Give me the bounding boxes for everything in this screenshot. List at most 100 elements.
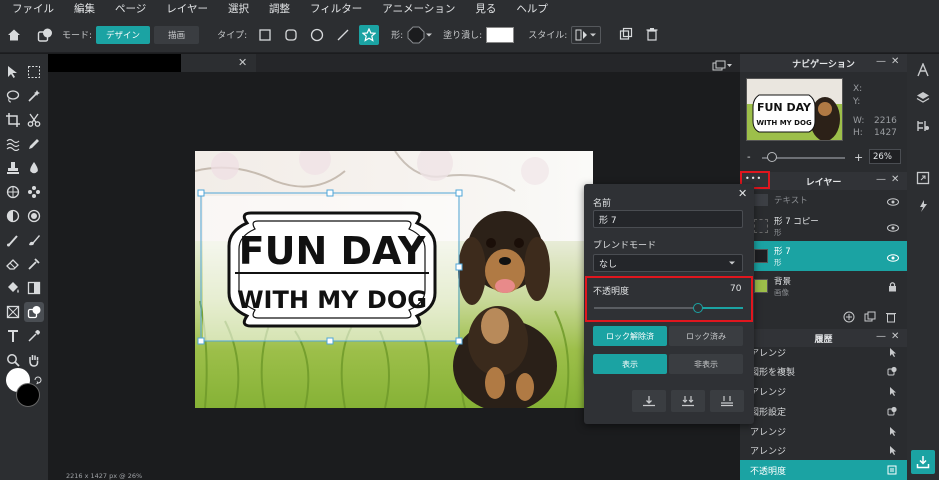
- zoom-slider-handle[interactable]: [767, 152, 777, 162]
- arrange-windows-icon[interactable]: [712, 57, 732, 76]
- close-navigation-icon[interactable]: ✕: [891, 56, 899, 67]
- blend-mode-select[interactable]: なし: [593, 254, 743, 272]
- move-tool-icon[interactable]: [3, 62, 23, 82]
- rounded-rect-shape-button[interactable]: [281, 25, 301, 45]
- eye-icon[interactable]: [887, 217, 899, 236]
- lock-button[interactable]: ロック済み: [669, 326, 743, 346]
- color-replace-icon[interactable]: [24, 206, 44, 226]
- zoom-tool-icon[interactable]: [3, 350, 23, 370]
- stamp-tool-icon[interactable]: [3, 158, 23, 178]
- history-item-current[interactable]: 不透明度: [740, 460, 907, 480]
- duplicate-layer-icon[interactable]: [864, 308, 876, 327]
- eraser-tool-icon[interactable]: [3, 254, 23, 274]
- new-layer-icon[interactable]: [843, 308, 855, 327]
- minimize-history-icon[interactable]: —: [876, 331, 886, 342]
- eye-icon[interactable]: [887, 247, 899, 266]
- home-icon[interactable]: [6, 27, 22, 43]
- menu-help[interactable]: ヘルプ: [504, 1, 556, 16]
- fill-color-swatch[interactable]: [486, 26, 515, 43]
- download-button[interactable]: [911, 450, 935, 474]
- background-color-swatch[interactable]: [16, 383, 40, 407]
- merge-down-button[interactable]: [710, 390, 744, 412]
- style-dropdown[interactable]: [571, 25, 602, 44]
- blur-tool-icon[interactable]: [24, 158, 44, 178]
- canvas-image[interactable]: FUN DAY WITH MY DOG: [195, 151, 593, 408]
- history-item-label: アレンジ: [750, 348, 787, 359]
- pencil-tool-icon[interactable]: [24, 134, 44, 154]
- swap-colors-icon[interactable]: [33, 370, 43, 385]
- close-properties-icon[interactable]: ✕: [738, 187, 747, 200]
- history-item[interactable]: アレンジ: [740, 421, 907, 441]
- menu-filter[interactable]: フィルター: [298, 1, 370, 16]
- heal-tool-icon[interactable]: [24, 254, 44, 274]
- hand-tool-icon[interactable]: [24, 350, 44, 370]
- layer-name-input[interactable]: 形 7: [593, 210, 743, 228]
- menu-edit[interactable]: 編集: [62, 1, 103, 16]
- crop-tool-icon[interactable]: [3, 110, 23, 130]
- layer-row-background[interactable]: 背景 画像: [740, 271, 907, 301]
- zoom-in-icon[interactable]: +: [854, 151, 863, 164]
- distribute-button[interactable]: [671, 390, 705, 412]
- layer-row-shape7-selected[interactable]: 形 7 形: [740, 241, 907, 271]
- mode-design-button[interactable]: デザイン: [96, 25, 151, 44]
- cut-tool-icon[interactable]: [24, 110, 44, 130]
- unlock-button[interactable]: ロック解除済: [593, 326, 667, 346]
- magic-icon[interactable]: [916, 198, 930, 217]
- paint-tool-icon[interactable]: [24, 230, 44, 250]
- sponge-tool-icon[interactable]: [3, 182, 23, 202]
- navigation-thumbnail[interactable]: FUN DAY WITH MY DOG: [746, 78, 843, 141]
- gradient-tool-icon[interactable]: [24, 278, 44, 298]
- line-shape-button[interactable]: [333, 25, 353, 45]
- align-bottom-button[interactable]: [632, 390, 666, 412]
- history-item[interactable]: 図形設定: [740, 401, 907, 421]
- minimize-navigation-icon[interactable]: —: [876, 56, 886, 67]
- history-item[interactable]: アレンジ: [740, 348, 907, 362]
- magic-wand-icon[interactable]: [24, 86, 44, 106]
- history-item[interactable]: 図形を複製: [740, 361, 907, 381]
- delete-layer-icon[interactable]: [885, 308, 897, 327]
- menu-select[interactable]: 選択: [216, 1, 257, 16]
- dodge-tool-icon[interactable]: [3, 206, 23, 226]
- menu-adjust[interactable]: 調整: [257, 1, 298, 16]
- fill-tool-icon[interactable]: [3, 278, 23, 298]
- zoom-input[interactable]: 26%: [869, 149, 901, 164]
- close-layers-icon[interactable]: ✕: [891, 174, 899, 185]
- minimize-layers-icon[interactable]: —: [876, 174, 886, 185]
- trash-icon[interactable]: [645, 27, 661, 43]
- mode-draw-button[interactable]: 描画: [154, 25, 200, 44]
- custom-shape-button[interactable]: [359, 24, 380, 45]
- layer-row-shape7-copy[interactable]: 形 7 コピー 形: [740, 211, 907, 241]
- lock-icon[interactable]: [888, 277, 897, 296]
- close-history-icon[interactable]: ✕: [891, 331, 899, 342]
- menu-file[interactable]: ファイル: [0, 1, 62, 16]
- duplicate-icon[interactable]: [619, 27, 635, 43]
- hide-button[interactable]: 非表示: [669, 354, 743, 374]
- history-item[interactable]: アレンジ: [740, 440, 907, 460]
- lasso-tool-icon[interactable]: [3, 86, 23, 106]
- marquee-tool-icon[interactable]: [24, 62, 44, 82]
- rectangle-shape-button[interactable]: [255, 25, 275, 45]
- shape-picker[interactable]: [407, 26, 433, 44]
- brush-tool-icon[interactable]: [3, 230, 23, 250]
- menu-animation[interactable]: アニメーション: [370, 1, 463, 16]
- shape-tool-active-icon[interactable]: [24, 302, 44, 322]
- liquify-tool-icon[interactable]: [3, 134, 23, 154]
- menu-view[interactable]: 見る: [463, 1, 504, 16]
- layer-row-text[interactable]: テキスト: [740, 190, 907, 210]
- ellipse-shape-button[interactable]: [307, 25, 327, 45]
- eyedropper-tool-icon[interactable]: [24, 326, 44, 346]
- show-button[interactable]: 表示: [593, 354, 667, 374]
- frame-tool-icon[interactable]: [3, 302, 23, 322]
- layers-panel-icon[interactable]: [916, 90, 930, 109]
- history-item[interactable]: アレンジ: [740, 381, 907, 401]
- text-tool-icon[interactable]: [3, 326, 23, 346]
- adjust-panel-icon[interactable]: [916, 62, 930, 81]
- zoom-out-icon[interactable]: -: [747, 152, 751, 163]
- pattern-tool-icon[interactable]: [24, 182, 44, 202]
- expand-icon[interactable]: [916, 170, 930, 189]
- eye-icon[interactable]: [887, 191, 899, 210]
- menu-layer[interactable]: レイヤー: [154, 1, 216, 16]
- menu-page[interactable]: ページ: [103, 1, 154, 16]
- properties-panel-icon[interactable]: [916, 118, 930, 137]
- close-tab-icon[interactable]: ✕: [238, 56, 247, 69]
